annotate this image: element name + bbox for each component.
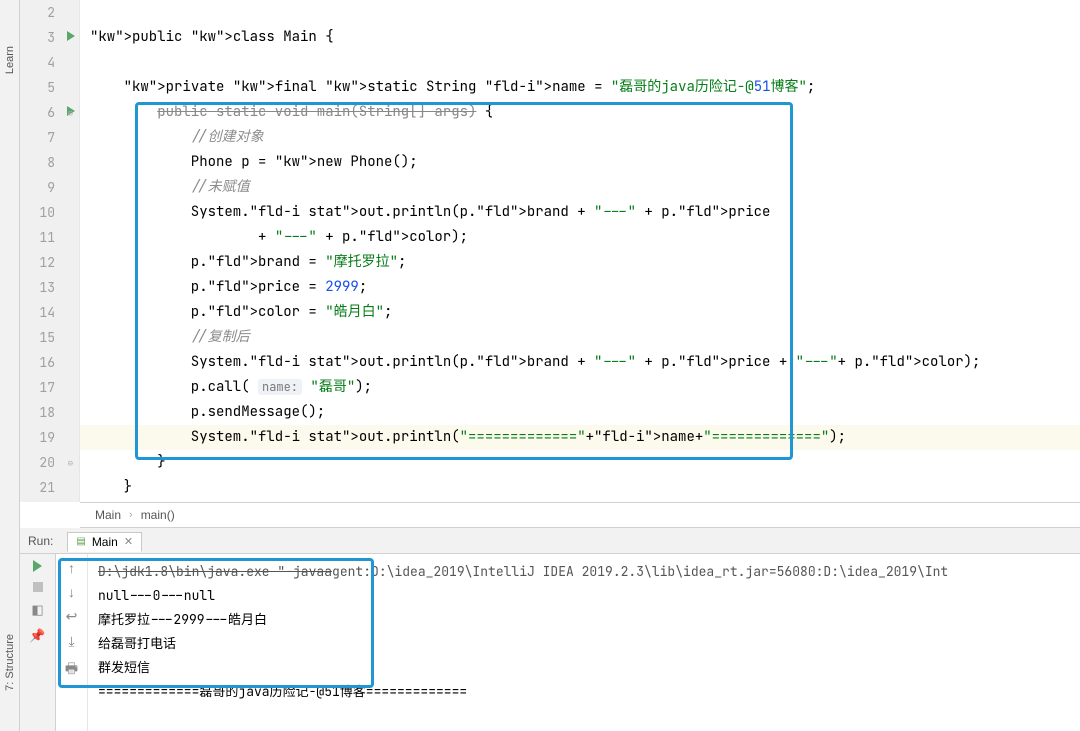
pin-icon[interactable]: 📌	[30, 628, 46, 644]
run-label: Run:	[28, 534, 53, 548]
code-line[interactable]: }	[80, 475, 1080, 500]
code-line[interactable]: Phone p = "kw">new Phone();	[80, 150, 1080, 175]
gutter-line: 10	[20, 200, 79, 225]
code-line[interactable]: //复制后	[80, 325, 1080, 350]
gutter: 23456⊖7891011121314151617181920⊖21	[20, 0, 80, 502]
run-panel: Run: ▤ Main ✕ ◧ 📌 ↑ ↓ ↩ ⤓ 🖶 D:\jdk1.8\bi…	[20, 528, 1080, 731]
close-icon[interactable]: ✕	[124, 535, 133, 548]
console-line: D:\jdk1.8\bin\java.exe "-javaagent:D:\id…	[98, 560, 1070, 584]
breadcrumb-class[interactable]: Main	[95, 508, 121, 522]
gutter-line: 11	[20, 225, 79, 250]
gutter-line: 12	[20, 250, 79, 275]
code-line[interactable]: }	[80, 450, 1080, 475]
code-area[interactable]: "kw">public "kw">class Main { "kw">priva…	[80, 0, 1080, 502]
breadcrumbs: Main › main()	[80, 502, 1080, 528]
gutter-line: 4	[20, 50, 79, 75]
code-line[interactable]: System."fld-i stat">out.println(p."fld">…	[80, 200, 1080, 225]
gutter-line: 2	[20, 0, 79, 25]
breadcrumb-method[interactable]: main()	[141, 508, 175, 522]
code-line[interactable]: public static void main(String[] args) {	[80, 100, 1080, 125]
structure-tool[interactable]: 7: Structure	[4, 634, 16, 691]
scroll-icon[interactable]: ⤓	[68, 633, 74, 650]
console-line: =============磊哥的java历险记-@51博客===========…	[98, 680, 1070, 704]
code-editor: 23456⊖7891011121314151617181920⊖21 "kw">…	[20, 0, 1080, 502]
stop-button[interactable]	[33, 582, 43, 592]
run-toolbar-primary: ◧ 📌	[20, 554, 56, 731]
console-line: 群发短信	[98, 656, 1070, 680]
down-icon[interactable]: ↓	[68, 584, 75, 600]
gutter-line: 5	[20, 75, 79, 100]
run-tab[interactable]: ▤ Main ✕	[67, 532, 142, 552]
run-body: ◧ 📌 ↑ ↓ ↩ ⤓ 🖶 D:\jdk1.8\bin\java.exe "-j…	[20, 554, 1080, 731]
fold-icon[interactable]: ⊖	[65, 109, 73, 117]
gutter-line: 16	[20, 350, 79, 375]
gutter-line: 21	[20, 475, 79, 500]
left-toolbar: Learn 7: Structure	[0, 0, 20, 731]
code-line[interactable]	[80, 50, 1080, 75]
code-line[interactable]: "kw">public "kw">class Main {	[80, 25, 1080, 50]
wrap-icon[interactable]: ↩	[66, 608, 78, 625]
rerun-button[interactable]	[33, 560, 42, 572]
run-tab-label: Main	[92, 535, 118, 549]
layout-icon[interactable]: ◧	[30, 602, 46, 618]
run-header: Run: ▤ Main ✕	[20, 528, 1080, 554]
code-line[interactable]: //创建对象	[80, 125, 1080, 150]
gutter-line: 3	[20, 25, 79, 50]
app-icon: ▤	[76, 536, 85, 547]
code-line[interactable]: "kw">private "kw">final "kw">static Stri…	[80, 75, 1080, 100]
code-line[interactable]: //未赋值	[80, 175, 1080, 200]
gutter-line: 14	[20, 300, 79, 325]
gutter-line: 9	[20, 175, 79, 200]
up-icon[interactable]: ↑	[68, 560, 75, 576]
gutter-line: 13	[20, 275, 79, 300]
gutter-line: 8	[20, 150, 79, 175]
gutter-line: 18	[20, 400, 79, 425]
console-line: 摩托罗拉---2999---皓月白	[98, 608, 1070, 632]
print-icon[interactable]: 🖶	[65, 658, 78, 682]
code-line[interactable]: p."fld">price = 2999;	[80, 275, 1080, 300]
gutter-line: 17	[20, 375, 79, 400]
gutter-line: 7	[20, 125, 79, 150]
run-toolbar-secondary: ↑ ↓ ↩ ⤓ 🖶	[56, 554, 88, 731]
gutter-line: 6⊖	[20, 100, 79, 125]
gutter-line: 19	[20, 425, 79, 450]
gutter-line: 15	[20, 325, 79, 350]
fold-icon[interactable]: ⊖	[65, 459, 73, 467]
code-line[interactable]: p."fld">brand = "摩托罗拉";	[80, 250, 1080, 275]
console-output[interactable]: D:\jdk1.8\bin\java.exe "-javaagent:D:\id…	[88, 554, 1080, 731]
code-line[interactable]	[80, 0, 1080, 25]
code-line[interactable]: p.sendMessage();	[80, 400, 1080, 425]
console-line: 给磊哥打电话	[98, 632, 1070, 656]
code-line[interactable]: + "---" + p."fld">color);	[80, 225, 1080, 250]
code-line[interactable]: p.call( name: "磊哥");	[80, 375, 1080, 400]
code-line[interactable]: System."fld-i stat">out.println("=======…	[80, 425, 1080, 450]
code-line[interactable]: p."fld">color = "皓月白";	[80, 300, 1080, 325]
gutter-line: 20⊖	[20, 450, 79, 475]
breadcrumb-separator: ›	[129, 509, 133, 521]
run-gutter-icon[interactable]	[67, 31, 75, 41]
learn-tool[interactable]: Learn	[4, 46, 16, 74]
code-line[interactable]: System."fld-i stat">out.println(p."fld">…	[80, 350, 1080, 375]
console-line: null---0---null	[98, 584, 1070, 608]
